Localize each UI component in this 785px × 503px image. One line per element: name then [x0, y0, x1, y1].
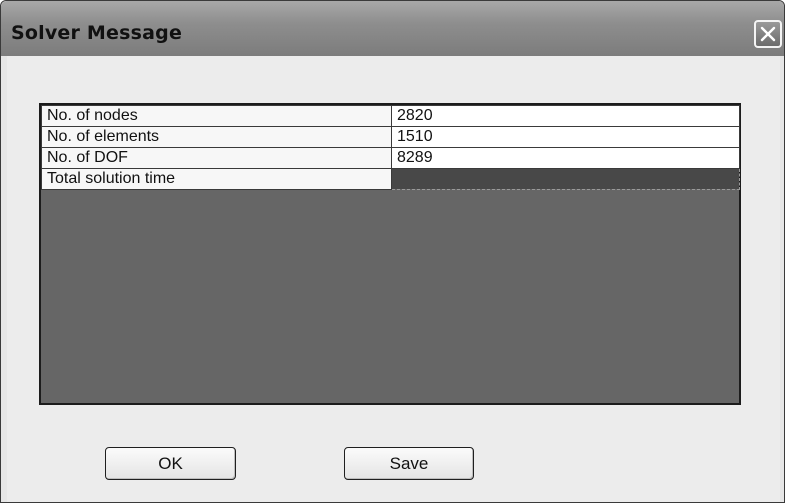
title-bar: Solver Message	[1, 1, 784, 56]
row-label: No. of nodes	[41, 105, 392, 127]
solver-message-dialog: Solver Message No. of nodes 2820 No. of …	[0, 0, 785, 503]
dialog-body: No. of nodes 2820 No. of elements 1510 N…	[7, 56, 780, 502]
row-value: 1510	[391, 126, 740, 148]
save-button[interactable]: Save	[344, 447, 474, 480]
ok-button[interactable]: OK	[105, 447, 236, 480]
table-row: No. of nodes 2820	[41, 105, 740, 127]
table-row: No. of elements 1510	[41, 126, 740, 148]
row-label: No. of DOF	[41, 147, 392, 169]
close-button[interactable]	[754, 20, 782, 48]
row-value: 8289	[391, 147, 740, 169]
window-title: Solver Message	[11, 22, 183, 44]
row-label: No. of elements	[41, 126, 392, 148]
results-grid: No. of nodes 2820 No. of elements 1510 N…	[39, 103, 741, 405]
results-table: No. of nodes 2820 No. of elements 1510 N…	[41, 105, 740, 190]
table-row: No. of DOF 8289	[41, 147, 740, 169]
table-row: Total solution time	[41, 168, 740, 190]
row-value: 2820	[391, 105, 740, 127]
close-icon	[760, 26, 776, 42]
row-label: Total solution time	[41, 168, 392, 190]
row-value-selected[interactable]	[391, 168, 740, 190]
